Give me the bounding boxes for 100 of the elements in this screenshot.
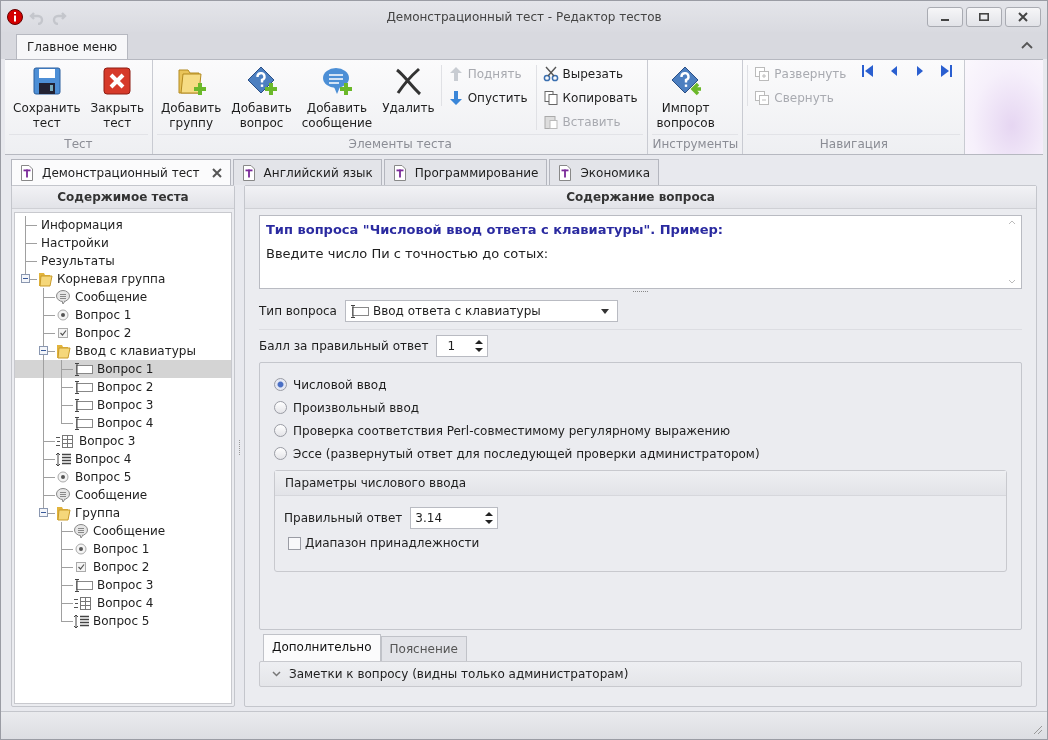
tree-item[interactable]: Вопрос 4 [15,414,231,432]
minus-icon [39,508,48,517]
radio-option[interactable]: Числовой ввод [274,373,387,396]
radio-option[interactable]: Произвольный ввод [274,396,420,419]
question-add-icon [245,65,278,97]
paste-icon [542,113,559,130]
ribbon-button[interactable]: Добавить вопрос [227,65,296,131]
resize-grip-icon [1031,723,1043,735]
ribbon-button[interactable]: Добавить группу [156,65,226,131]
ribbon-button[interactable]: Сохранить тест [9,65,85,131]
field-label: Балл за правильный ответ [259,339,429,353]
last-button[interactable] [938,63,955,79]
document-tab[interactable]: Демонстрационный тест [11,159,231,186]
splitter-grip-icon [238,440,241,456]
minimize-button[interactable] [927,6,963,27]
ribbon-button[interactable]: Импорт вопросов [652,65,719,131]
close-button[interactable] [1005,6,1041,27]
minus-icon [21,274,30,283]
tree-item[interactable]: Настройки [15,234,231,252]
tree-item[interactable]: Информация [15,216,231,234]
field-label: Правильный ответ [284,511,403,525]
copy-icon [542,89,559,106]
tree-item[interactable]: Вопрос 3 [15,396,231,414]
radio-icon [55,469,71,485]
maximize-button[interactable] [966,6,1002,27]
folder-icon [55,505,71,521]
answer-spinbox[interactable]: 3.14 [410,507,499,529]
tree-item[interactable]: Вопрос 4 [15,450,231,468]
document-icon [241,164,256,181]
maximize-icon [979,12,989,21]
tree-item[interactable]: Вопрос 2 [15,324,231,342]
tree-item[interactable]: Сообщение [15,486,231,504]
tab[interactable]: Пояснение [380,636,467,661]
speech-bubble-icon [73,523,89,539]
ribbon-button[interactable]: Добавить сообщение [297,65,377,131]
question-title: Тип вопроса "Числовой ввод ответа с клавиатуры". Пример: [266,222,724,237]
speech-bubble-icon [55,487,71,503]
folder-icon [37,271,53,287]
question-text: Введите число Пи с точностью до сотых: [266,246,550,261]
last-icon [938,63,955,79]
close-tab-button[interactable] [211,168,222,178]
spin-arrows-icon [485,510,494,526]
document-tab[interactable]: Программирование [383,159,548,185]
close-icon [211,168,222,178]
tree-item[interactable]: Сообщение [15,288,231,306]
speech-bubble-icon [55,289,71,305]
ribbon-button[interactable]: Опустить [447,89,528,106]
tree-item[interactable]: Вопрос 3 [15,576,231,594]
ribbon-button[interactable]: Удалить [378,65,439,116]
group-label: Элементы теста [156,134,644,154]
ribbon-button[interactable]: Закрыть тест [86,65,148,131]
group-label: Навигация [747,134,961,154]
question-type-dropdown[interactable]: Ввод ответа с клавиатуры [344,300,618,322]
tree-item[interactable]: Ввод с клавиатуры [15,342,231,360]
ribbon-button[interactable]: Вырезать [542,65,638,82]
tree-item[interactable]: Вопрос 5 [15,468,231,486]
tree-item[interactable]: Группа [15,504,231,522]
expander-button[interactable] [39,508,48,517]
radio-option[interactable]: Эссе (развернутый ответ для последующей проверки администратором) [274,442,760,465]
notes-section-header[interactable]: Заметки к вопросу (видны только администраторам) [259,661,1022,687]
question-import-icon [669,65,702,97]
tree-item[interactable]: Результаты [15,252,231,270]
score-spinbox[interactable]: 1 [436,335,489,357]
text-field-icon [73,361,93,377]
group-label: Инструменты [652,134,739,154]
expand-icon [754,65,771,82]
grid-list-icon [55,433,75,449]
ribbon-button[interactable]: Копировать [542,89,638,106]
document-tab[interactable]: Экономика [549,159,659,185]
checkbox-icon [73,559,89,575]
minimize-icon [941,18,949,21]
expander-button[interactable] [39,346,48,355]
tree-item[interactable]: Вопрос 5 [15,612,231,630]
radio-option[interactable]: Проверка соответствия Perl-совместимому регулярному выражению [274,419,731,442]
ribbon-tab[interactable]: Главное меню [16,34,129,59]
collapse-icon [754,89,771,106]
app-icon [7,8,23,25]
tab[interactable]: Дополнительно [263,634,381,661]
tree-item[interactable]: Вопрос 2 [15,378,231,396]
tree-item[interactable]: Корневая группа [15,270,231,288]
expander-button[interactable] [21,274,30,283]
document-tab[interactable]: Английский язык [232,159,382,185]
text-field-icon [73,397,93,413]
range-checkbox[interactable]: Диапазон принадлежности [288,536,480,550]
tree-item[interactable]: Вопрос 3 [15,432,231,450]
text-field-icon [348,303,369,319]
tree-item[interactable]: Вопрос 2 [15,558,231,576]
tree-item[interactable]: Вопрос 4 [15,594,231,612]
collapse-chevron-icon [1021,41,1033,49]
panel-header: Содержание вопроса [245,186,1036,209]
document-icon [20,165,34,181]
tree-item[interactable]: Вопрос 1 [15,306,231,324]
text-field-icon [73,577,93,593]
question-text-editor[interactable]: Тип вопроса "Числовой ввод ответа с клавиатуры". Пример: Введите число Пи с точностью до сотых: [259,215,1022,289]
tree-item[interactable]: Вопрос 1 [15,360,231,378]
tree-item[interactable]: Вопрос 1 [15,540,231,558]
group-label: Тест [9,134,148,154]
dropdown-caret-icon [600,308,609,314]
group-title: Параметры числового ввода [275,471,1006,496]
tree-item[interactable]: Сообщение [15,522,231,540]
